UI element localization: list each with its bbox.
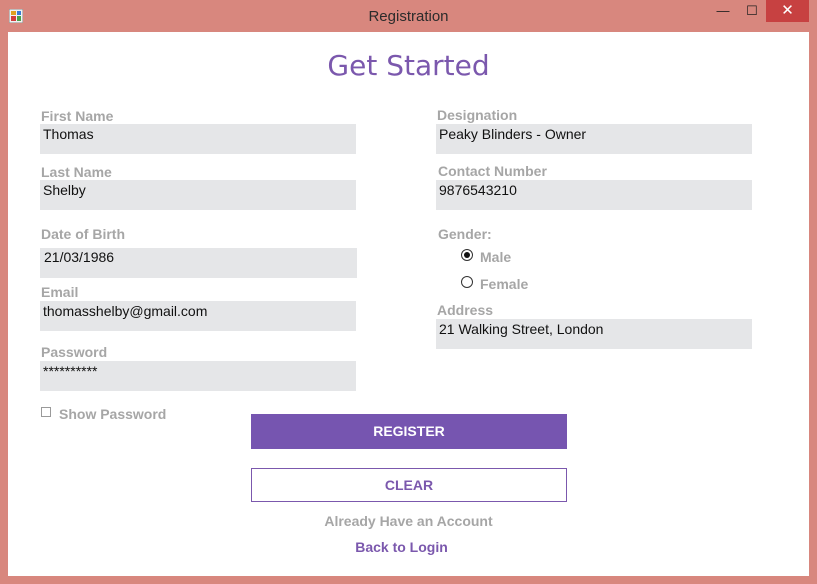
gender-male-radio[interactable] (461, 249, 473, 261)
address-label: Address (437, 302, 494, 318)
email-field[interactable]: thomasshelby@gmail.com (40, 301, 356, 331)
gender-female-label[interactable]: Female (480, 276, 528, 292)
last-name-field[interactable]: Shelby (40, 180, 356, 210)
minimize-icon: — (716, 3, 730, 18)
show-password-checkbox[interactable] (41, 407, 51, 417)
close-button[interactable]: ✕ (766, 0, 809, 22)
already-have-account-text: Already Have an Account (324, 513, 493, 529)
contact-number-label: Contact Number (438, 163, 547, 179)
gender-label: Gender: (438, 226, 492, 242)
back-to-login-link[interactable]: Back to Login (0, 539, 803, 555)
maximize-icon: ☐ (746, 3, 758, 18)
email-label: Email (41, 284, 79, 300)
show-password-label[interactable]: Show Password (59, 406, 166, 422)
clear-button[interactable]: CLEAR (251, 468, 567, 502)
designation-field[interactable]: Peaky Blinders - Owner (436, 124, 752, 154)
designation-label: Designation (437, 107, 518, 123)
minimize-button[interactable]: — (706, 0, 740, 22)
dob-field[interactable]: 21/03/1986 (40, 248, 357, 278)
page-title: Get Started (327, 49, 490, 82)
gender-female-radio[interactable] (461, 276, 473, 288)
maximize-button[interactable]: ☐ (738, 0, 766, 22)
address-field[interactable]: 21 Walking Street, London (436, 319, 752, 349)
gender-male-label[interactable]: Male (480, 249, 511, 265)
last-name-label: Last Name (41, 164, 112, 180)
close-icon: ✕ (781, 2, 794, 19)
first-name-label: First Name (41, 108, 114, 124)
contact-number-field[interactable]: 9876543210 (436, 180, 752, 210)
password-field[interactable]: ********** (40, 361, 356, 391)
first-name-field[interactable]: Thomas (40, 124, 356, 154)
title-bar: Registration — ☐ ✕ (0, 0, 817, 32)
window-title: Registration (368, 8, 449, 25)
password-label: Password (41, 344, 108, 360)
dob-value: 21/03/1986 (44, 249, 115, 265)
register-button[interactable]: REGISTER (251, 414, 567, 449)
dob-label: Date of Birth (41, 226, 125, 242)
